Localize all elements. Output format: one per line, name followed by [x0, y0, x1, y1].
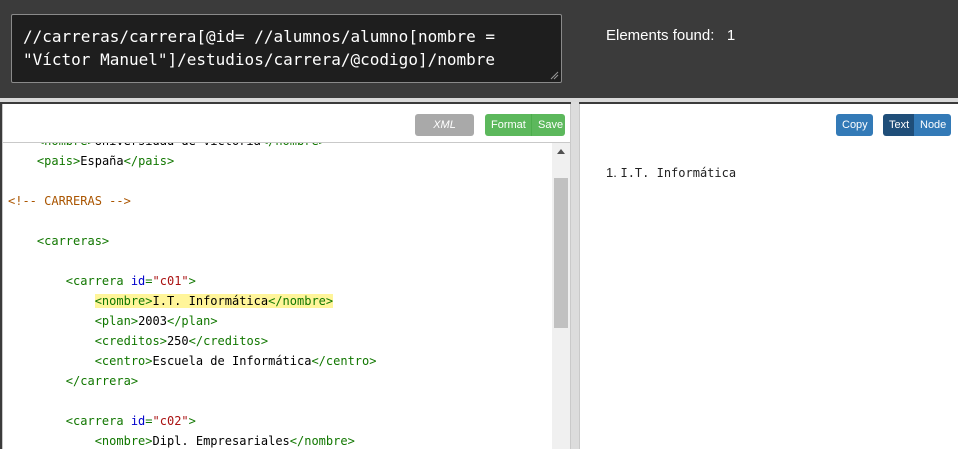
- query-bar: //carreras/carrera[@id= //alumnos/alumno…: [0, 0, 958, 98]
- elements-found-count: 1: [726, 27, 736, 44]
- xml-token: >: [188, 274, 196, 288]
- xml-token: <centro>: [94, 354, 153, 368]
- code-line: <pais>España</pais>: [8, 151, 174, 171]
- xml-text: Escuela de Informática: [152, 354, 312, 368]
- node-mode-button[interactable]: Node: [914, 114, 951, 136]
- xml-token: <carrera: [65, 414, 131, 428]
- xml-editor-panel: XML mode Format Save <nombre>Universidad…: [2, 104, 571, 449]
- xml-token: <carreras>: [36, 234, 110, 248]
- xml-code-editor[interactable]: <nombre>Universidad de Victoria</nombre>…: [3, 143, 551, 449]
- xml-token: </carrera>: [65, 374, 139, 388]
- xml-token: <nombre>: [94, 434, 153, 448]
- code-line: <carrera id="c01">: [8, 271, 196, 291]
- xml-token: id: [130, 414, 146, 428]
- result-item-value: I.T. Informática: [620, 166, 737, 180]
- code-line: <plan>2003</plan>: [8, 311, 218, 331]
- xml-token: <nombre>: [94, 294, 153, 308]
- xml-text: Dipl. Empresariales: [152, 434, 290, 448]
- xml-token: </centro>: [311, 354, 377, 368]
- xml-text: España: [80, 154, 124, 168]
- format-button[interactable]: Format: [485, 114, 531, 136]
- panel-splitter[interactable]: [571, 102, 579, 449]
- xml-token: </nombre>: [289, 434, 355, 448]
- text-mode-button[interactable]: Text: [883, 114, 914, 136]
- xml-text: 250: [166, 334, 189, 348]
- xml-token: id: [130, 274, 146, 288]
- elements-found-label: Elements found:: [606, 27, 715, 44]
- xml-token: <carrera: [65, 274, 131, 288]
- xml-token: =: [145, 414, 153, 428]
- code-line: </carrera>: [8, 371, 138, 391]
- xml-token: </plan>: [166, 314, 218, 328]
- xpath-query-input[interactable]: //carreras/carrera[@id= //alumnos/alumno…: [11, 14, 562, 83]
- save-button[interactable]: Save: [531, 114, 565, 136]
- xml-token: </creditos>: [188, 334, 269, 348]
- code-line: <!-- CARRERAS -->: [8, 191, 131, 211]
- code-line: <nombre>Dipl. Empresariales</nombre>: [8, 431, 355, 449]
- xpath-query-line-1: //carreras/carrera[@id= //alumnos/alumno…: [23, 27, 496, 46]
- xml-token: =: [145, 274, 153, 288]
- xml-token: </pais>: [123, 154, 175, 168]
- xml-text: I.T. Informática: [152, 294, 269, 308]
- result-item: 1. I.T. Informática: [606, 165, 736, 180]
- xml-token: <nombre>: [37, 143, 95, 148]
- xml-token: "c01": [152, 274, 189, 288]
- xml-mode-button[interactable]: XML mode: [415, 114, 474, 153]
- xml-token: </nombre>: [268, 294, 334, 308]
- xml-token: </nombre>: [261, 143, 326, 148]
- xml-comment: <!-- CARRERAS -->: [8, 194, 131, 208]
- code-line: <nombre>Universidad de Victoria</nombre>: [8, 143, 326, 151]
- xml-token: <plan>: [94, 314, 139, 328]
- xml-token: <creditos>: [94, 334, 167, 348]
- code-line: <nombre>I.T. Informática</nombre>: [8, 291, 334, 311]
- xml-text: 2003: [138, 314, 167, 328]
- xml-token: "c02": [152, 414, 189, 428]
- xml-token: >: [188, 414, 196, 428]
- scroll-up-arrow-icon[interactable]: [552, 144, 570, 160]
- copy-button[interactable]: Copy: [836, 114, 873, 136]
- result-item-number: 1.: [606, 165, 617, 180]
- scrollbar-thumb[interactable]: [554, 178, 568, 328]
- results-panel: Copy Text Node 1. I.T. Informática: [579, 104, 958, 449]
- elements-found-status: Elements found: 1: [606, 27, 735, 44]
- code-line: <creditos>250</creditos>: [8, 331, 268, 351]
- code-line: <carreras>: [8, 231, 109, 251]
- xml-text: Universidad de Victoria: [95, 143, 261, 148]
- resize-grip-icon[interactable]: [550, 71, 559, 80]
- code-line: <carrera id="c02">: [8, 411, 196, 431]
- divider: [0, 98, 958, 102]
- xml-token: <pais>: [36, 154, 81, 168]
- xpath-query-line-2: "Víctor Manuel"]/estudios/carrera/@codig…: [23, 50, 496, 69]
- code-line: <centro>Escuela de Informática</centro>: [8, 351, 377, 371]
